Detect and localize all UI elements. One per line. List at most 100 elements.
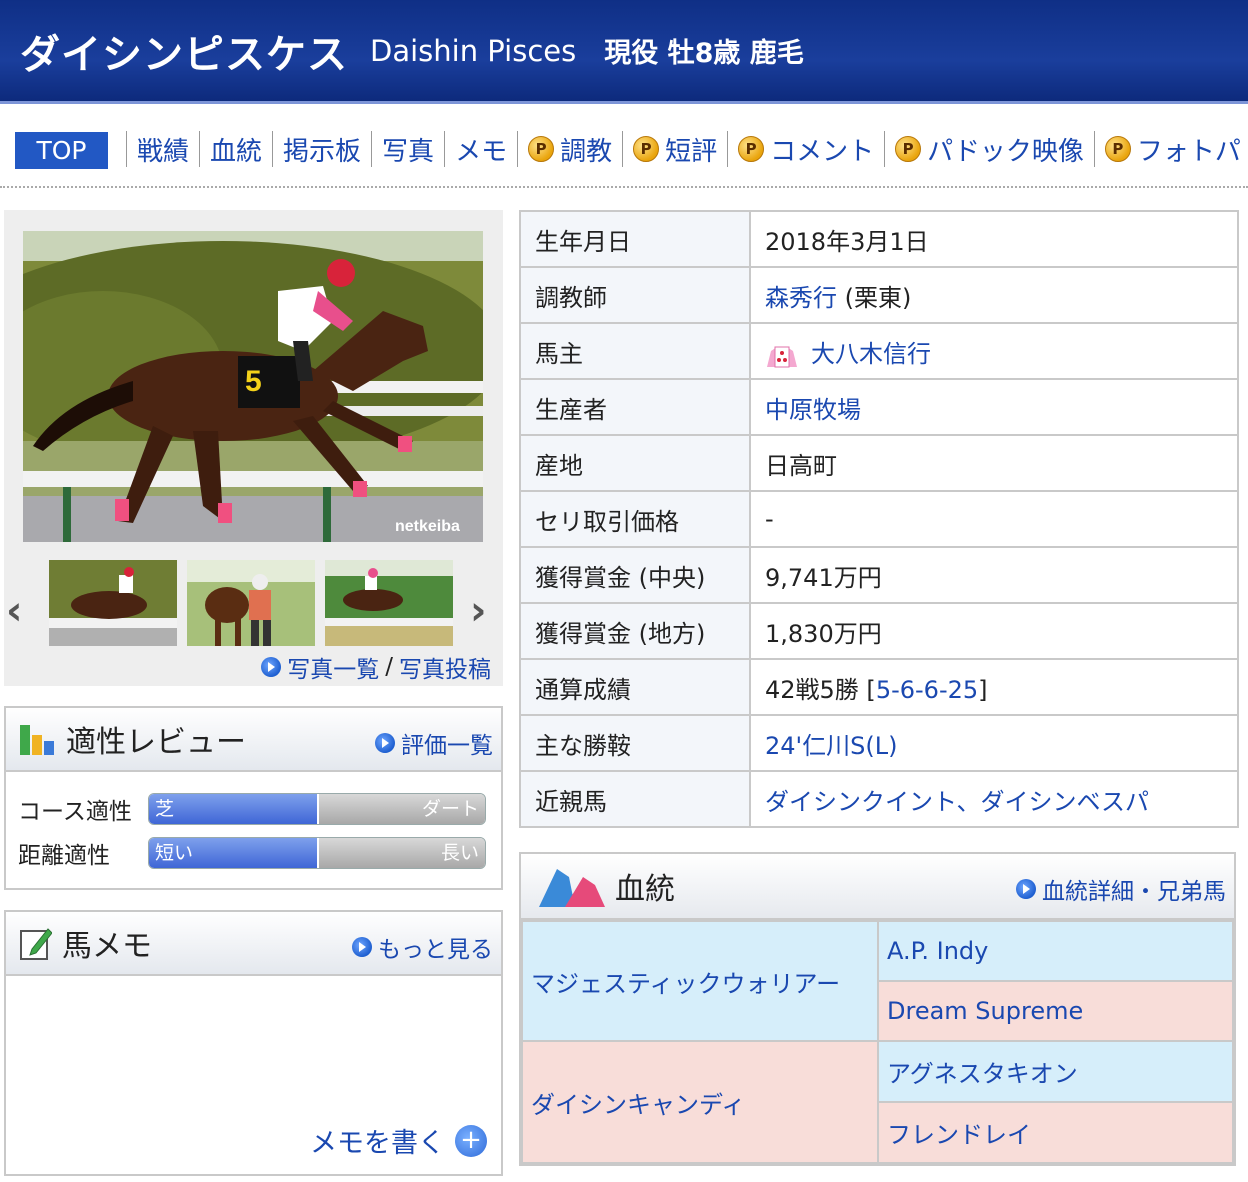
major-win-link[interactable]: 24'仁川S(L) xyxy=(765,732,897,760)
arrow-circle-icon xyxy=(1016,879,1036,899)
chevron-left-icon[interactable]: ‹ xyxy=(6,588,22,634)
profile-key: 産地 xyxy=(519,434,751,492)
tab-photo-pack[interactable]: P フォトパ xyxy=(1101,131,1245,168)
tab-label: 短評 xyxy=(665,136,718,167)
owner-silks-icon xyxy=(767,346,797,367)
rating-list-label: 評価一覧 xyxy=(401,733,493,759)
table-row: セリ取引価格 - xyxy=(519,490,1239,548)
profile-key: 生産者 xyxy=(519,378,751,436)
horse-name-en: Daishin Pisces xyxy=(370,33,577,68)
write-memo-button[interactable]: メモを書く + xyxy=(310,1121,487,1160)
course-right-label: ダート xyxy=(317,794,485,824)
arrow-circle-icon xyxy=(261,657,282,677)
sire-sire-cell[interactable]: A.P. Indy xyxy=(877,920,1234,982)
tab-short-review[interactable]: P 短評 xyxy=(629,131,721,168)
pedigree-horse-icon xyxy=(539,869,605,907)
tab-pedigree[interactable]: 血統 xyxy=(206,131,266,168)
premium-p-icon: P xyxy=(738,136,765,162)
memo-title: 馬メモ xyxy=(62,929,152,964)
memo-pencil-icon xyxy=(20,928,52,960)
photo-thumbnail[interactable] xyxy=(325,560,453,646)
saddle-number: 5 xyxy=(245,365,262,398)
rating-list-link[interactable]: 評価一覧 xyxy=(375,726,493,760)
distance-aptitude-bar: 短い 長い xyxy=(148,837,486,869)
table-row: 馬主 大八木信行 xyxy=(519,322,1239,380)
plus-circle-icon: + xyxy=(455,1124,487,1157)
record-breakdown-link[interactable]: 5-6-6-25 xyxy=(876,676,978,704)
memo-panel: 馬メモ もっと見る メモを書く + xyxy=(4,910,503,1176)
nav-separator xyxy=(371,131,373,167)
dam-cell[interactable]: ダイシンキャンディ xyxy=(521,1040,879,1164)
profile-value: - xyxy=(749,490,1239,548)
tab-photo[interactable]: 写真 xyxy=(378,131,438,168)
main-horse-photo[interactable]: 5 netkeiba xyxy=(23,231,483,542)
arrow-circle-icon xyxy=(352,937,372,957)
memo-more-link[interactable]: もっと見る xyxy=(352,930,493,964)
profile-key: 近親馬 xyxy=(519,770,751,828)
sire-cell[interactable]: マジェスティックウォリアー xyxy=(521,920,879,1042)
nav-separator xyxy=(199,131,201,167)
profile-value: 日高町 xyxy=(749,434,1239,492)
photo-links: 写真一覧 / 写真投稿 xyxy=(261,650,491,684)
write-memo-label: メモを書く xyxy=(310,1128,445,1159)
table-row: 調教師 森秀行 (栗東) xyxy=(519,266,1239,324)
nav-separator xyxy=(272,131,274,167)
relatives-link[interactable]: ダイシンクイント、ダイシンベスパ xyxy=(765,788,1149,816)
table-row: 主な勝鞍 24'仁川S(L) xyxy=(519,714,1239,772)
premium-p-icon: P xyxy=(528,136,555,162)
table-row: 近親馬 ダイシンクイント、ダイシンベスパ xyxy=(519,770,1239,828)
tab-label: 調教 xyxy=(560,136,613,167)
photo-thumbnail[interactable] xyxy=(49,560,177,646)
tab-results[interactable]: 戦績 xyxy=(133,131,193,168)
record-close-bracket: ] xyxy=(978,675,988,704)
arrow-circle-icon xyxy=(375,733,395,753)
profile-value-cell: 中原牧場 xyxy=(749,378,1239,436)
premium-p-icon: P xyxy=(895,136,922,162)
chevron-right-icon[interactable]: › xyxy=(470,588,486,634)
photo-post-link[interactable]: 写真投稿 xyxy=(399,650,491,684)
photo-gallery: 5 netkeiba ‹ › 写真一覧 / 写真投稿 xyxy=(4,210,503,686)
tab-paddock-video[interactable]: P パドック映像 xyxy=(891,131,1088,168)
profile-table: 生年月日 2018年3月1日 調教師 森秀行 (栗東) 馬主 大八木信行 生産者… xyxy=(519,210,1239,828)
dam-sire-cell[interactable]: アグネスタキオン xyxy=(877,1040,1234,1103)
tab-top[interactable]: TOP xyxy=(15,132,108,169)
distance-left-label: 短い xyxy=(149,838,317,868)
premium-p-icon: P xyxy=(1104,136,1131,162)
horse-name-ja: ダイシンピスケス xyxy=(20,31,348,78)
breeder-link[interactable]: 中原牧場 xyxy=(765,396,861,424)
tab-memo[interactable]: メモ xyxy=(451,131,511,168)
pedigree-panel: 血統 血統詳細・兄弟馬 マジェスティックウォリアー A.P. Indy Drea… xyxy=(519,852,1236,1166)
profile-key: 馬主 xyxy=(519,322,751,380)
horse-status: 現役 牡8歳 鹿毛 xyxy=(604,38,804,69)
profile-key: セリ取引価格 xyxy=(519,490,751,548)
pedigree-detail-link[interactable]: 血統詳細・兄弟馬 xyxy=(1016,872,1226,906)
profile-value-cell: 森秀行 (栗東) xyxy=(749,266,1239,324)
nav-separator xyxy=(727,131,729,167)
nav-separator xyxy=(126,131,127,167)
profile-key: 主な勝鞍 xyxy=(519,714,751,772)
profile-value: 1,830万円 xyxy=(749,602,1239,660)
trainer-link[interactable]: 森秀行 xyxy=(765,284,837,312)
profile-key: 獲得賞金 (地方) xyxy=(519,602,751,660)
profile-key: 獲得賞金 (中央) xyxy=(519,546,751,604)
profile-value: 2018年3月1日 xyxy=(749,210,1239,268)
aptitude-panel: 適性レビュー 評価一覧 コース適性 芝 ダート 距離適性 短い 長い xyxy=(4,706,503,890)
course-aptitude-label: コース適性 xyxy=(18,799,132,825)
tab-label: フォトパ xyxy=(1136,136,1241,167)
course-aptitude: コース適性 芝 ダート xyxy=(18,792,486,826)
photo-list-link[interactable]: 写真一覧 xyxy=(287,650,379,684)
dam-dam-cell[interactable]: フレンドレイ xyxy=(877,1101,1234,1164)
sire-dam-cell[interactable]: Dream Supreme xyxy=(877,980,1234,1042)
tab-board[interactable]: 掲示板 xyxy=(279,131,365,168)
owner-link[interactable]: 大八木信行 xyxy=(811,340,931,368)
profile-value-cell: ダイシンクイント、ダイシンベスパ xyxy=(749,770,1239,828)
tab-comment[interactable]: P コメント xyxy=(734,131,878,168)
nav-separator xyxy=(444,131,446,167)
nav-separator xyxy=(517,131,519,167)
tab-training[interactable]: P 調教 xyxy=(524,131,616,168)
photo-thumbnail[interactable] xyxy=(187,560,315,646)
tab-label: パドック映像 xyxy=(927,136,1084,167)
premium-p-icon: P xyxy=(633,136,660,162)
pedigree-detail-label: 血統詳細・兄弟馬 xyxy=(1042,879,1226,905)
table-row: 生年月日 2018年3月1日 xyxy=(519,210,1239,268)
